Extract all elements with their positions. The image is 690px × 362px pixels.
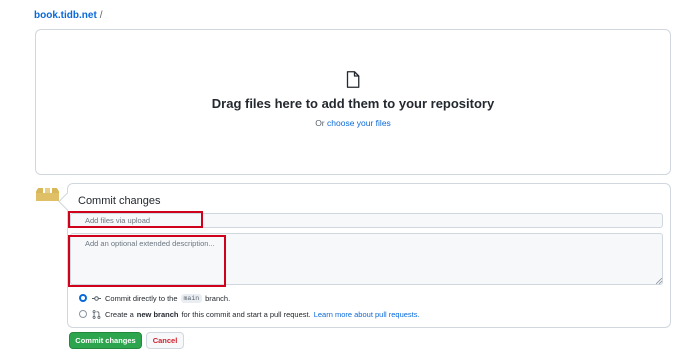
resize-handle-icon[interactable]: [656, 278, 662, 284]
cancel-button[interactable]: Cancel: [146, 332, 184, 349]
commit-direct-option[interactable]: Commit directly to the main branch.: [79, 292, 230, 304]
commit-direct-suffix: branch.: [205, 293, 231, 303]
breadcrumb-separator: /: [99, 10, 103, 21]
new-branch-radio[interactable]: [79, 310, 87, 318]
branch-name: main: [180, 293, 203, 303]
avatar-image: [35, 184, 60, 209]
new-branch-bold: new branch: [136, 309, 179, 319]
commit-direct-radio[interactable]: [79, 294, 87, 302]
commit-panel: Commit changes Commit directly to the ma…: [67, 183, 671, 328]
file-dropzone[interactable]: Drag files here to add them to your repo…: [35, 29, 671, 175]
new-branch-prefix: Create a: [105, 309, 134, 319]
dropzone-subtitle: Or choose your files: [36, 118, 670, 128]
avatar: [35, 184, 60, 209]
commit-description-input[interactable]: [70, 233, 663, 285]
commit-direct-prefix: Commit directly to the: [105, 293, 178, 303]
commit-title: Commit changes: [78, 195, 161, 207]
breadcrumb: book.tidb.net /: [34, 10, 103, 21]
dropzone-prefix: Or: [315, 118, 325, 128]
file-icon: [346, 71, 360, 88]
dropzone-title: Drag files here to add them to your repo…: [211, 96, 495, 111]
new-branch-option[interactable]: Create a new branch for this commit and …: [79, 308, 420, 320]
learn-more-link[interactable]: Learn more about pull requests.: [314, 310, 420, 319]
new-branch-suffix: for this commit and start a pull request…: [181, 309, 311, 319]
git-commit-icon: [92, 295, 101, 301]
breadcrumb-repo-link[interactable]: book.tidb.net: [34, 10, 97, 21]
commit-summary-input[interactable]: [70, 213, 663, 228]
commit-changes-button[interactable]: Commit changes: [69, 332, 142, 349]
git-pull-request-icon: [92, 309, 101, 319]
choose-files-link[interactable]: choose your files: [327, 118, 391, 128]
